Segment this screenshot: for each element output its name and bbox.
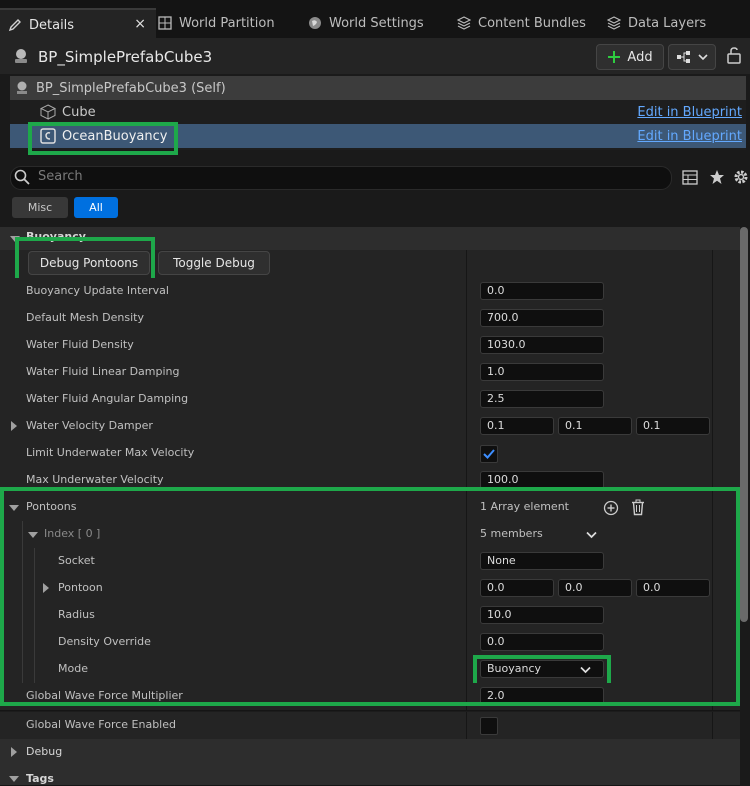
prop-label: Water Fluid Linear Damping <box>26 365 180 378</box>
pencil-icon <box>8 19 21 32</box>
expand-arrow-icon[interactable] <box>11 421 17 431</box>
prop-label: Limit Underwater Max Velocity <box>26 446 195 459</box>
number-field[interactable]: 1030.0 <box>480 336 604 354</box>
category-label: Debug <box>26 745 63 758</box>
prop-label: Buoyancy Update Interval <box>26 284 169 297</box>
gear-icon[interactable] <box>733 169 749 185</box>
table-view-icon[interactable] <box>682 170 698 185</box>
actor-name: BP_SimplePrefabCube3 <box>38 48 213 66</box>
hierarchy-icon <box>676 51 690 63</box>
category-tags[interactable]: Tags <box>0 766 740 786</box>
tab-label: Data Layers <box>628 15 707 31</box>
number-field[interactable]: 0.0 <box>480 282 604 300</box>
prop-default-mesh-density: Default Mesh Density 700.0 <box>0 305 740 333</box>
tab-content-bundles[interactable]: Content Bundles <box>457 8 597 38</box>
lock-icon[interactable] <box>726 46 742 64</box>
prop-limit-underwater-max-velocity: Limit Underwater Max Velocity <box>0 440 740 468</box>
checkbox[interactable] <box>480 445 498 463</box>
tree-item-self[interactable]: BP_SimplePrefabCube3 (Self) <box>10 76 746 100</box>
filter-all-button[interactable]: All <box>74 197 118 218</box>
highlight-box <box>28 122 178 155</box>
search-placeholder: Search <box>38 169 83 184</box>
star-icon[interactable] <box>709 169 725 185</box>
prop-global-wave-force-enabled: Global Wave Force Enabled <box>0 712 740 740</box>
actor-icon <box>17 81 27 94</box>
scrollbar[interactable] <box>740 227 748 622</box>
category-debug[interactable]: Debug <box>0 739 740 767</box>
vector-x-field[interactable]: 0.1 <box>480 417 554 435</box>
tab-label: Content Bundles <box>478 15 586 31</box>
tab-label: World Partition <box>179 15 275 31</box>
filter-misc-button[interactable]: Misc <box>12 197 68 218</box>
tree-item-label: BP_SimplePrefabCube3 (Self) <box>36 80 226 96</box>
layers-icon <box>457 16 471 30</box>
prop-buoyancy-update-interval: Buoyancy Update Interval 0.0 <box>0 278 740 306</box>
actor-icon <box>15 49 27 63</box>
prop-label: Max Underwater Velocity <box>26 473 164 486</box>
prop-water-fluid-angular-damping: Water Fluid Angular Damping 2.5 <box>0 386 740 414</box>
prop-label: Water Fluid Density <box>26 338 134 351</box>
prop-label: Water Fluid Angular Damping <box>26 392 189 405</box>
number-field[interactable]: 2.5 <box>480 390 604 408</box>
number-field[interactable]: 700.0 <box>480 309 604 327</box>
tree-item-cube[interactable]: Cube Edit in Blueprint <box>10 100 746 124</box>
prop-water-velocity-damper: Water Velocity Damper 0.1 0.1 0.1 <box>0 413 740 441</box>
expand-arrow-icon[interactable] <box>11 747 17 757</box>
close-tab-icon[interactable]: × <box>134 16 146 32</box>
checkbox[interactable] <box>480 717 498 735</box>
tree-item-label: Cube <box>62 104 96 120</box>
chevron-down-icon <box>697 54 708 61</box>
tab-world-settings[interactable]: World Settings <box>308 8 448 38</box>
tab-details[interactable]: Details × <box>0 8 156 40</box>
tab-data-layers[interactable]: Data Layers <box>607 8 747 38</box>
prop-label: Global Wave Force Enabled <box>26 718 176 731</box>
tab-label: World Settings <box>329 15 424 31</box>
highlight-box <box>0 487 740 706</box>
plus-icon <box>608 51 621 63</box>
vector-z-field[interactable]: 0.1 <box>636 417 710 435</box>
prop-water-fluid-density: Water Fluid Density 1030.0 <box>0 332 740 360</box>
cube-icon <box>40 104 56 120</box>
layers-icon <box>607 16 621 30</box>
number-field[interactable]: 1.0 <box>480 363 604 381</box>
globe-icon <box>309 17 321 29</box>
edit-in-blueprint-link[interactable]: Edit in Blueprint <box>637 105 742 120</box>
add-component-button[interactable]: Add <box>596 44 664 70</box>
prop-label: Default Mesh Density <box>26 311 144 324</box>
tab-world-partition[interactable]: World Partition <box>158 8 298 38</box>
vector-y-field[interactable]: 0.1 <box>558 417 632 435</box>
check-icon <box>483 449 495 459</box>
search-icon <box>14 169 30 185</box>
tab-label: Details <box>29 17 75 33</box>
add-label: Add <box>627 49 653 65</box>
search-input[interactable] <box>10 166 672 190</box>
prop-water-fluid-linear-damping: Water Fluid Linear Damping 1.0 <box>0 359 740 387</box>
prop-label: Water Velocity Damper <box>26 419 153 432</box>
expand-arrow-icon[interactable] <box>9 776 19 782</box>
grid-icon <box>158 16 172 30</box>
toggle-debug-button[interactable]: Toggle Debug <box>158 251 270 275</box>
category-label: Tags <box>26 772 54 785</box>
blueprint-options-button[interactable] <box>668 44 716 70</box>
highlight-box <box>15 237 155 284</box>
edit-in-blueprint-link[interactable]: Edit in Blueprint <box>637 129 742 144</box>
